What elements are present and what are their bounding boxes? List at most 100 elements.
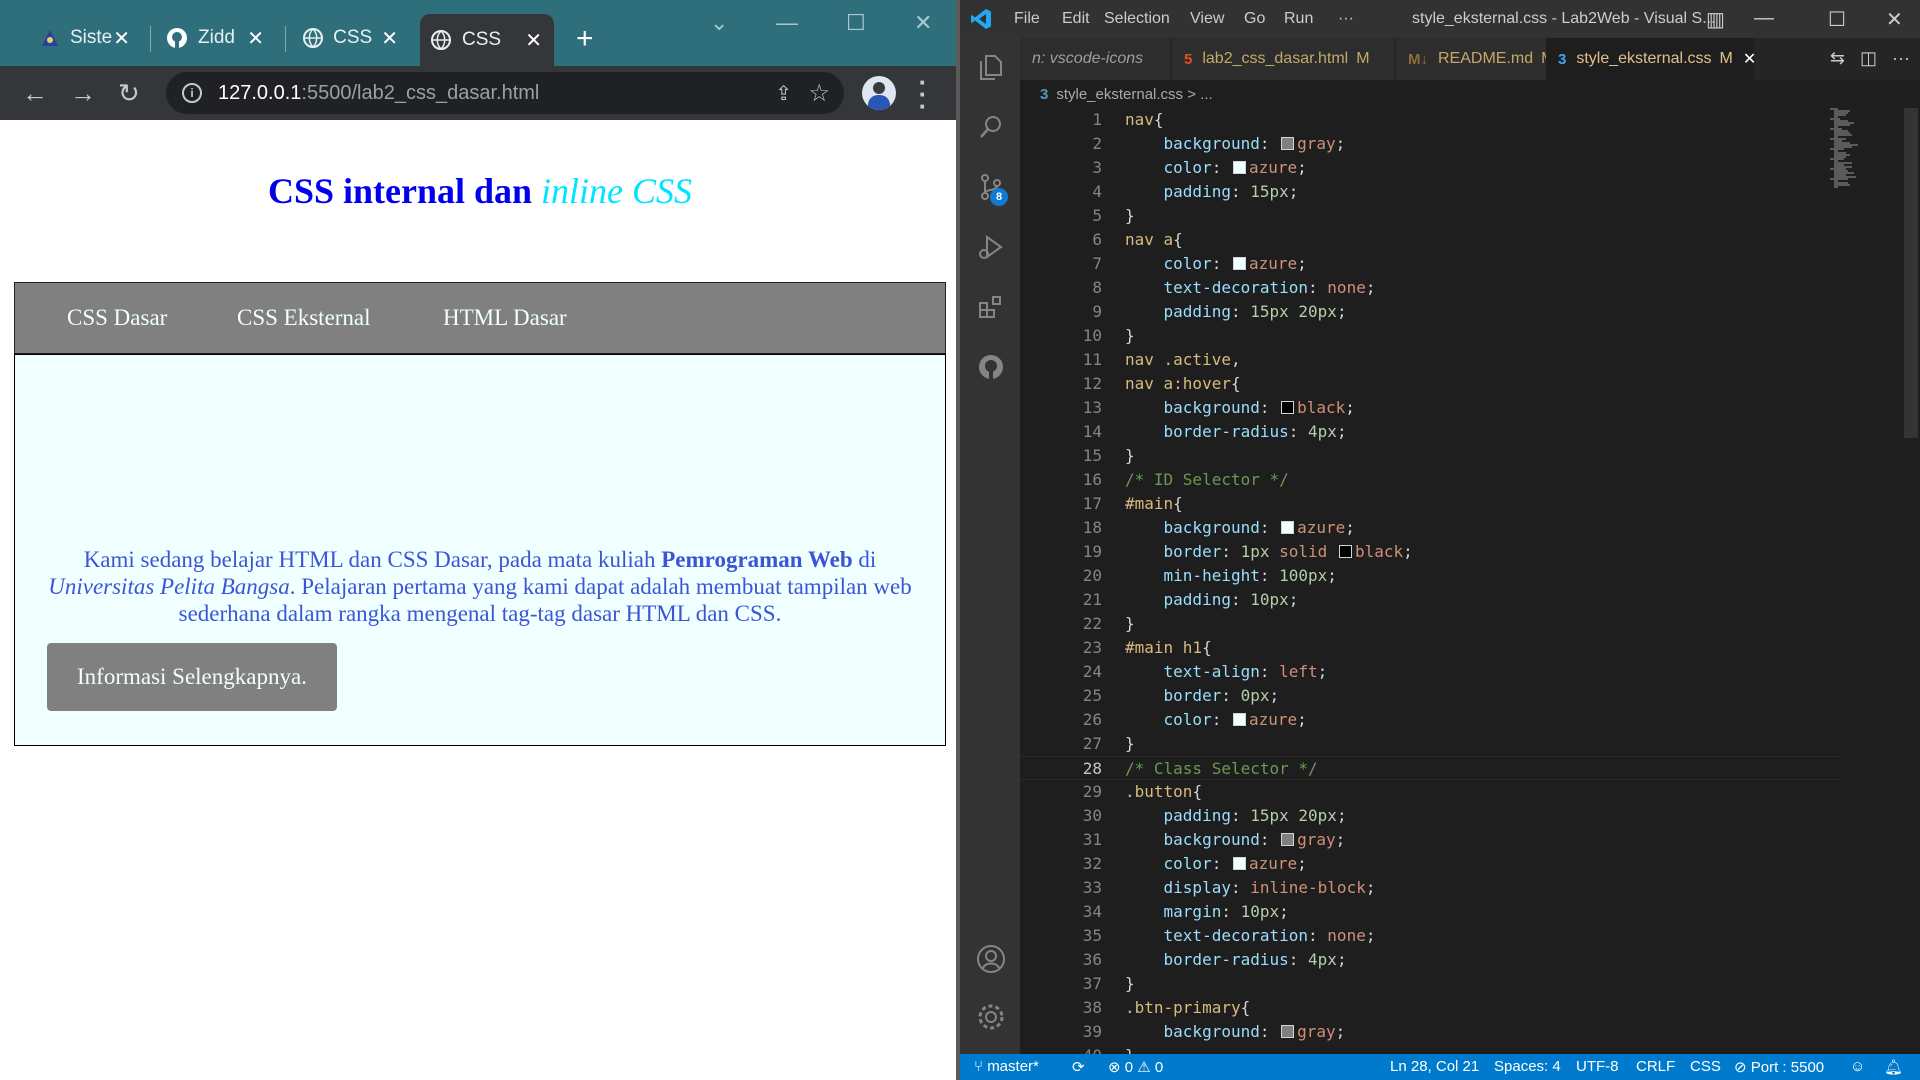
editor-tab-extension[interactable]: n: vscode-icons <box>1020 38 1170 80</box>
code-line[interactable]: 25 border: 0px; <box>1020 684 1840 708</box>
browser-tab-3[interactable]: CSS ✕ <box>292 18 410 58</box>
code-line[interactable]: 21 padding: 10px; <box>1020 588 1840 612</box>
minimap[interactable] <box>1830 108 1890 188</box>
url-text[interactable]: 127.0.0.1:5500/lab2_css_dasar.html <box>218 82 539 105</box>
github-icon[interactable] <box>974 350 1008 384</box>
color-swatch[interactable] <box>1232 161 1246 174</box>
site-info-icon[interactable]: i <box>182 83 202 103</box>
code-line[interactable]: 19 border: 1px solid black; <box>1020 540 1840 564</box>
code-line[interactable]: 2 background: gray; <box>1020 132 1840 156</box>
editor-tab-readme[interactable]: M↓ README.mdM <box>1396 38 1566 80</box>
code-line[interactable]: 31 background: gray; <box>1020 828 1840 852</box>
breadcrumb[interactable]: 3 style_eksternal.css > ... <box>1040 86 1213 103</box>
menu-go[interactable]: Go <box>1244 10 1265 28</box>
nav-link-css-eksternal[interactable]: CSS Eksternal <box>237 305 371 331</box>
browser-tab-2[interactable]: Zidd ✕ <box>156 18 276 58</box>
language-mode[interactable]: CSS <box>1690 1058 1721 1075</box>
live-server-port[interactable]: ⊘ Port : 5500 <box>1734 1058 1824 1076</box>
share-icon[interactable]: ⇪ <box>775 81 792 106</box>
code-line[interactable]: 23 #main h1{ <box>1020 636 1840 660</box>
cursor-position[interactable]: Ln 28, Col 21 <box>1390 1058 1479 1075</box>
menu-edit[interactable]: Edit <box>1062 10 1090 28</box>
accounts-icon[interactable] <box>974 942 1008 976</box>
reload-icon[interactable]: ↻ <box>118 78 140 109</box>
explorer-icon[interactable] <box>974 50 1008 84</box>
color-swatch[interactable] <box>1338 545 1352 558</box>
indentation-status[interactable]: Spaces: 4 <box>1494 1058 1561 1075</box>
feedback-icon[interactable]: ☺ <box>1850 1058 1865 1075</box>
code-line[interactable]: 39 background: gray; <box>1020 1020 1840 1044</box>
menu-more[interactable]: ··· <box>1338 10 1354 28</box>
close-icon[interactable]: ✕ <box>525 28 542 53</box>
browser-tab-1[interactable]: Siste ✕ <box>30 18 142 58</box>
address-bar[interactable]: i 127.0.0.1:5500/lab2_css_dasar.html ⇪ ☆ <box>166 72 844 114</box>
code-line[interactable]: 24 text-align: left; <box>1020 660 1840 684</box>
editor-tab-css-active[interactable]: 3 style_eksternal.css M ✕ <box>1546 38 1756 80</box>
color-swatch[interactable] <box>1281 1025 1295 1038</box>
more-actions-icon[interactable]: ··· <box>1892 48 1910 68</box>
minimize-icon[interactable]: — <box>1754 7 1774 30</box>
code-line[interactable]: 3 color: azure; <box>1020 156 1840 180</box>
menu-file[interactable]: File <box>1014 10 1040 28</box>
layout-toggle-icon[interactable]: ▥ <box>1706 7 1725 32</box>
problems-status[interactable]: ⊗ 0 ⚠ 0 <box>1108 1058 1163 1076</box>
close-icon[interactable]: ✕ <box>381 26 398 51</box>
code-line[interactable]: 6 nav a{ <box>1020 228 1840 252</box>
code-line[interactable]: 10} <box>1020 324 1840 348</box>
close-window-icon[interactable]: ✕ <box>914 10 932 36</box>
sync-icon[interactable]: ⟳ <box>1072 1058 1085 1076</box>
code-line[interactable]: 32 color: azure; <box>1020 852 1840 876</box>
back-arrow-icon[interactable]: ← <box>22 78 48 109</box>
branch-status[interactable]: ⑂ master* <box>974 1058 1039 1075</box>
code-line[interactable]: 36 border-radius: 4px; <box>1020 948 1840 972</box>
code-line[interactable]: 30 padding: 15px 20px; <box>1020 804 1840 828</box>
code-line[interactable]: 4 padding: 15px; <box>1020 180 1840 204</box>
minimize-icon[interactable]: — <box>776 10 798 36</box>
close-window-icon[interactable]: ✕ <box>1886 7 1903 32</box>
code-line[interactable]: 34 margin: 10px; <box>1020 900 1840 924</box>
color-swatch[interactable] <box>1281 833 1295 846</box>
code-line[interactable]: 37} <box>1020 972 1840 996</box>
code-line[interactable]: 18 background: azure; <box>1020 516 1840 540</box>
code-line[interactable]: 26 color: azure; <box>1020 708 1840 732</box>
split-editor-icon[interactable]: ◫ <box>1860 48 1877 68</box>
chevron-down-icon[interactable]: ⌄ <box>710 10 728 36</box>
maximize-icon[interactable]: ☐ <box>1828 7 1846 32</box>
code-line[interactable]: 15} <box>1020 444 1840 468</box>
browser-tab-active[interactable]: CSS ✕ <box>420 14 554 66</box>
color-swatch[interactable] <box>1281 401 1295 414</box>
close-icon[interactable]: ✕ <box>1743 49 1756 69</box>
close-icon[interactable]: ✕ <box>113 26 130 51</box>
menu-run[interactable]: Run <box>1284 10 1313 28</box>
code-line[interactable]: 38 .btn-primary{ <box>1020 996 1840 1020</box>
code-line[interactable]: 14 border-radius: 4px; <box>1020 420 1840 444</box>
settings-gear-icon[interactable] <box>974 1000 1008 1034</box>
code-line[interactable]: 7 color: azure; <box>1020 252 1840 276</box>
maximize-icon[interactable]: ☐ <box>846 10 866 36</box>
code-line[interactable]: 11 nav .active, <box>1020 348 1840 372</box>
code-line[interactable]: 13 background: black; <box>1020 396 1840 420</box>
code-line[interactable]: 28 /* Class Selector */ <box>1020 756 1840 780</box>
close-icon[interactable]: ✕ <box>247 26 264 51</box>
color-swatch[interactable] <box>1232 713 1246 726</box>
menu-view[interactable]: View <box>1190 10 1224 28</box>
profile-avatar[interactable] <box>862 76 896 110</box>
color-swatch[interactable] <box>1232 257 1246 270</box>
code-line[interactable]: 5} <box>1020 204 1840 228</box>
color-swatch[interactable] <box>1281 521 1295 534</box>
forward-arrow-icon[interactable]: → <box>70 78 96 109</box>
code-line[interactable]: 29 .button{ <box>1020 780 1840 804</box>
code-line[interactable]: 27} <box>1020 732 1840 756</box>
kebab-menu-icon[interactable]: · · · <box>918 69 928 119</box>
code-line[interactable]: 9 padding: 15px 20px; <box>1020 300 1840 324</box>
info-button[interactable]: Informasi Selengkapnya. <box>47 643 337 711</box>
code-line[interactable]: 20 min-height: 100px; <box>1020 564 1840 588</box>
code-line[interactable]: 12 nav a:hover{ <box>1020 372 1840 396</box>
code-line[interactable]: 22} <box>1020 612 1840 636</box>
notifications-bell-icon[interactable]: 🔔︎ <box>1884 1058 1903 1076</box>
code-editor[interactable]: 1 nav{2 background: gray; 3 color: azure; 4… <box>1020 108 1860 1065</box>
editor-tab-html[interactable]: 5 lab2_css_dasar.html M <box>1172 38 1394 80</box>
bookmark-star-icon[interactable]: ☆ <box>808 79 830 108</box>
code-line[interactable]: 33 display: inline-block; <box>1020 876 1840 900</box>
open-changes-icon[interactable]: ⇆ <box>1830 48 1845 68</box>
